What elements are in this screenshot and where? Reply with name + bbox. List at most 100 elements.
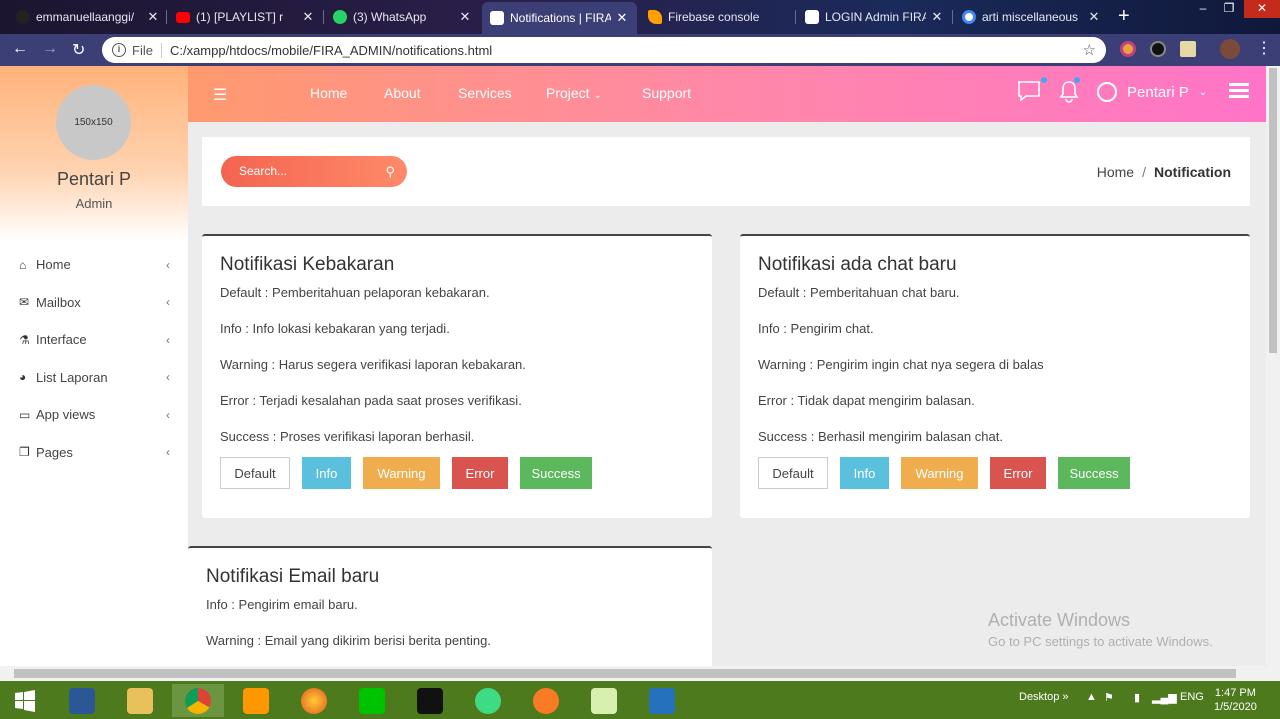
search-input[interactable]: Search... ⚲	[221, 156, 407, 187]
taskbar-xampp[interactable]	[520, 684, 572, 717]
sidebar-item-list-laporan[interactable]: ◕ List Laporan ‹	[0, 359, 188, 397]
signal-icon[interactable]: ▂▄▆	[1152, 691, 1177, 704]
taskbar-firefox[interactable]	[288, 684, 340, 717]
error-button[interactable]: Error	[452, 457, 508, 489]
notepad-icon	[591, 687, 617, 714]
start-button[interactable]	[0, 684, 50, 717]
error-button[interactable]: Error	[990, 457, 1046, 489]
sidebar-item-pages[interactable]: ❐ Pages ‹	[0, 434, 188, 472]
warning-button[interactable]: Warning	[363, 457, 440, 489]
user-menu[interactable]: Pentari P ⌄	[1097, 82, 1207, 102]
default-button[interactable]: Default	[220, 457, 290, 489]
warning-button[interactable]: Warning	[901, 457, 978, 489]
info-icon[interactable]: i	[112, 43, 126, 57]
default-button[interactable]: Default	[758, 457, 828, 489]
extension-icon[interactable]	[1150, 41, 1166, 57]
close-icon[interactable]: ✕	[458, 9, 472, 25]
breadcrumb: Home / Notification	[1096, 164, 1231, 180]
nav-services[interactable]: Services	[458, 85, 512, 101]
taskbar-powershell[interactable]	[636, 684, 688, 717]
settings-panel-icon[interactable]	[1229, 83, 1249, 99]
forward-icon[interactable]: →	[42, 40, 58, 58]
taskbar-notepad[interactable]	[578, 684, 630, 717]
search-icon[interactable]: ⚲	[385, 156, 395, 187]
vertical-scrollbar[interactable]	[1266, 66, 1280, 666]
battery-icon[interactable]: ▮	[1134, 691, 1140, 704]
sidebar-item-app-views[interactable]: ▭ App views ‹	[0, 396, 188, 434]
flask-icon: ⚗	[19, 332, 30, 347]
pages-icon: ❐	[19, 445, 30, 460]
info-button[interactable]: Info	[840, 457, 889, 489]
browser-tab[interactable]: (1) [PLAYLIST] r ✕	[168, 4, 323, 30]
network-icon[interactable]: ⚑	[1104, 691, 1114, 704]
tray-arrow-icon[interactable]: ▲	[1086, 691, 1097, 703]
card-line: Info : Info lokasi kebakaran yang terjad…	[220, 321, 450, 336]
menu-icon[interactable]: ⋮	[1256, 38, 1272, 58]
windows-icon	[15, 689, 35, 712]
sidebar-item-mailbox[interactable]: ✉ Mailbox ‹	[0, 284, 188, 322]
info-button[interactable]: Info	[302, 457, 351, 489]
chat-icon[interactable]	[1017, 80, 1041, 108]
new-tab-button[interactable]: +	[1118, 5, 1130, 28]
close-icon[interactable]: ✕	[615, 10, 629, 26]
close-icon[interactable]: ✕	[301, 9, 315, 25]
taskbar-cmd[interactable]	[404, 684, 456, 717]
taskbar-line[interactable]	[346, 684, 398, 717]
browser-tab-active[interactable]: Notifications | FIRA ✕	[482, 2, 637, 34]
bell-icon[interactable]	[1058, 80, 1080, 110]
reload-icon[interactable]: ↻	[72, 40, 85, 60]
whatsapp-icon	[333, 10, 347, 24]
language-indicator[interactable]: ENG	[1180, 691, 1204, 703]
minimize-button[interactable]: –	[1190, 0, 1216, 18]
pie-chart-icon: ◕	[19, 370, 27, 385]
taskbar-android-studio[interactable]	[462, 684, 514, 717]
address-bar[interactable]: i File C:/xampp/htdocs/mobile/FIRA_ADMIN…	[102, 37, 1106, 63]
card-line: Error : Terjadi kesalahan pada saat pros…	[220, 393, 522, 408]
desktop-toolbar[interactable]: Desktop »	[1019, 691, 1069, 703]
close-window-button[interactable]: ✕	[1244, 0, 1280, 18]
browser-toolbar: ← → ↻ i File C:/xampp/htdocs/mobile/FIRA…	[0, 34, 1280, 66]
star-icon[interactable]: ☆	[1083, 41, 1096, 59]
chevron-left-icon: ‹	[166, 295, 170, 310]
taskbar-chrome[interactable]	[172, 684, 224, 717]
close-icon[interactable]: ✕	[930, 9, 944, 25]
extension-icon[interactable]	[1120, 41, 1136, 57]
back-icon[interactable]: ←	[12, 40, 28, 58]
sidebar-item-interface[interactable]: ⚗ Interface ‹	[0, 321, 188, 359]
browser-tab[interactable]: LOGIN Admin FIRA ✕	[797, 4, 952, 30]
breadcrumb-home[interactable]: Home	[1097, 164, 1134, 180]
horizontal-scrollbar[interactable]	[0, 666, 1280, 681]
taskbar-sublime[interactable]	[230, 684, 282, 717]
monitor-icon: ▭	[19, 407, 31, 422]
button-group: Default Info Warning Error Success	[758, 457, 1232, 489]
restore-button[interactable]: ❐	[1216, 0, 1242, 18]
browser-tab-strip: emmanuellaanggi/ ✕ (1) [PLAYLIST] r ✕ (3…	[0, 0, 1280, 34]
nav-home[interactable]: Home	[310, 85, 347, 101]
sidebar-item-home[interactable]: ⌂ Home ‹	[0, 246, 188, 284]
nav-project[interactable]: Project ⌄	[546, 85, 602, 101]
browser-tab[interactable]: (3) WhatsApp ✕	[325, 4, 480, 30]
url-text[interactable]: C:/xampp/htdocs/mobile/FIRA_ADMIN/notifi…	[170, 43, 492, 58]
profile-avatar[interactable]	[1220, 39, 1240, 59]
nav-support[interactable]: Support	[642, 85, 691, 101]
button-group: Default Info Warning Error Success	[220, 457, 694, 489]
close-icon[interactable]: ✕	[1087, 9, 1101, 25]
github-icon	[16, 10, 30, 24]
notification-dot	[1041, 77, 1047, 83]
sidebar-user-role: Admin	[75, 196, 113, 211]
line-icon	[359, 687, 385, 714]
taskbar-word[interactable]	[56, 684, 108, 717]
browser-tab[interactable]: Firebase console	[640, 4, 795, 30]
taskbar-explorer[interactable]	[114, 684, 166, 717]
extension-icon[interactable]	[1180, 41, 1196, 57]
success-button[interactable]: Success	[520, 457, 592, 489]
browser-tab[interactable]: emmanuellaanggi/ ✕	[8, 4, 168, 30]
hamburger-menu-icon[interactable]: ☰	[213, 85, 227, 105]
nav-about[interactable]: About	[384, 85, 421, 101]
browser-tab[interactable]: arti miscellaneous ✕	[954, 4, 1109, 30]
page-header: Search... ⚲ Home / Notification	[202, 137, 1250, 206]
close-icon[interactable]: ✕	[146, 9, 160, 25]
success-button[interactable]: Success	[1058, 457, 1130, 489]
card-line: Success : Berhasil mengirim balasan chat…	[758, 429, 1003, 444]
clock[interactable]: 1:47 PM 1/5/2020	[1214, 686, 1257, 714]
